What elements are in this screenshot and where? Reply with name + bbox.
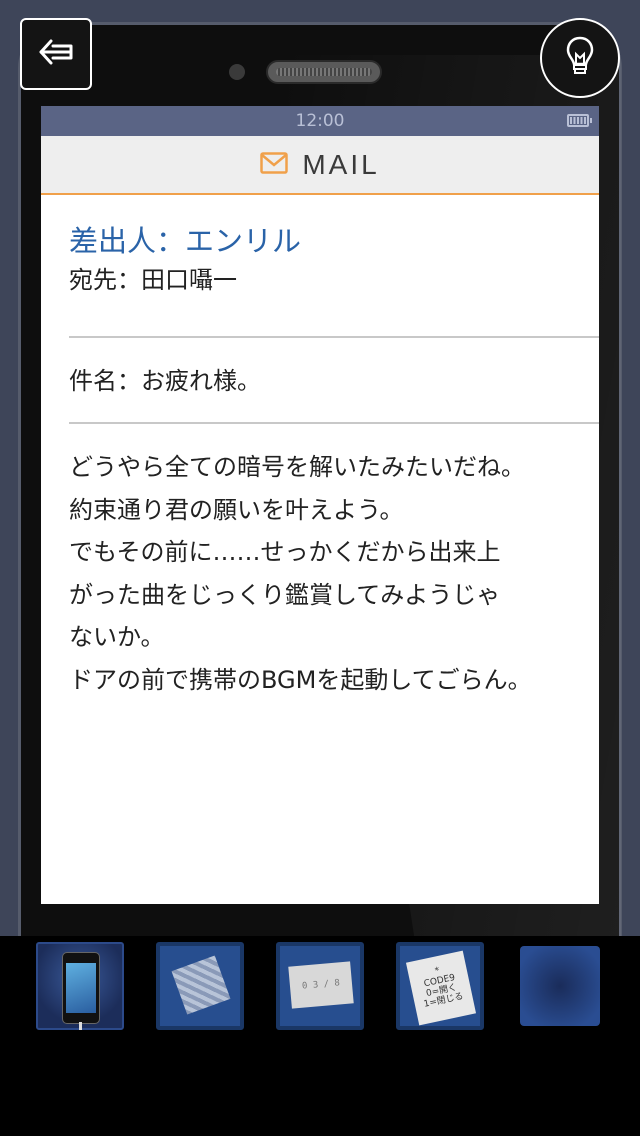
inventory-slot-note[interactable]: 0 3 / 8 — [276, 942, 364, 1030]
status-bar: 12:00 — [41, 106, 599, 136]
inventory-slot-code-note[interactable]: * CODE9 0=開く 1=閉じる — [396, 942, 484, 1030]
back-button[interactable] — [20, 18, 92, 90]
mail-subject: 件名：お疲れ様。 — [69, 367, 261, 395]
mail-app-title: MAIL — [302, 148, 380, 180]
inventory-slot-empty[interactable] — [520, 946, 600, 1026]
inventory-slot-smartphone[interactable] — [36, 942, 124, 1030]
mail-body-line: でもその前に……せっかくだから出来上 — [69, 538, 501, 566]
mail-envelope-icon — [260, 151, 289, 178]
hint-button[interactable] — [540, 18, 620, 98]
mail-body: どうやら全ての暗号を解いたみたいだね。 約束通り君の願いを叶えよう。 でもその前… — [69, 446, 599, 701]
divider — [69, 422, 599, 424]
mail-content: 差出人：エンリル 宛先：田口囁一 件名：お疲れ様。 どうやら全ての暗号を解いたみ… — [41, 221, 599, 701]
mail-recipient: 宛先：田口囁一 — [69, 266, 237, 294]
smartphone-item-screen — [66, 963, 96, 1013]
note-item-icon: 0 3 / 8 — [288, 961, 354, 1009]
mail-body-line: ないか。 — [69, 623, 165, 651]
mail-body-line: どうやら全ての暗号を解いたみたいだね。 — [69, 453, 525, 481]
charging-cable — [79, 1022, 82, 1030]
back-arrow-icon — [37, 37, 75, 71]
mail-header: MAIL — [41, 136, 599, 195]
phone-speaker — [266, 60, 382, 84]
mail-sender: 差出人：エンリル — [69, 224, 302, 258]
mail-body-line: 約束通り君の願いを叶えよう。 — [69, 495, 404, 524]
inventory-slot-photo[interactable] — [156, 942, 244, 1030]
phone-screen: 12:00 MAIL 差出人：エンリル 宛先：田口囁一 件名：お疲れ様。 どうや… — [41, 106, 599, 904]
divider — [69, 336, 599, 338]
phone-camera — [229, 64, 245, 80]
battery-icon — [567, 114, 592, 127]
mail-body-line: ドアの前で携帯のBGMを起動してごらん。 — [69, 665, 532, 694]
status-time: 12:00 — [295, 111, 345, 131]
lightbulb-icon — [565, 36, 595, 80]
smartphone-item-icon — [62, 952, 100, 1024]
photo-item-icon — [171, 955, 231, 1015]
code-note-item-icon: * CODE9 0=開く 1=閉じる — [405, 950, 477, 1026]
mail-body-line: がった曲をじっくり鑑賞してみようじゃ — [69, 580, 501, 609]
inventory-bar: 0 3 / 8 * CODE9 0=開く 1=閉じる — [0, 936, 640, 1136]
